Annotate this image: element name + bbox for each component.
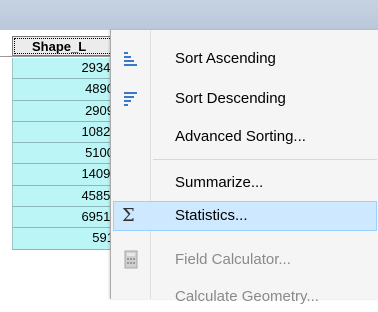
menu-item-summarize[interactable]: Summarize... [113,168,377,198]
sigma-icon: Σ [122,205,135,226]
menu-item-sort-ascending[interactable]: Sort Ascending [113,44,377,74]
menu-item-advanced-sorting[interactable]: Advanced Sorting... [113,122,377,152]
menu-item-statistics[interactable]: Σ Statistics... [113,201,377,231]
column-header-shape-length[interactable]: Shape_L [12,36,124,56]
menu-item-sort-descending[interactable]: Sort Descending [113,84,377,114]
table-window-titlebar [0,0,378,30]
menu-item-label: Sort Descending [175,90,286,107]
menu-item-calculate-geometry[interactable]: Calculate Geometry... [113,282,377,312]
menu-separator [153,159,377,160]
menu-item-label: Advanced Sorting... [175,128,306,145]
menu-item-label: Field Calculator... [175,251,291,268]
calculator-icon [119,250,141,270]
sort-ascending-icon [119,49,141,69]
menu-item-label: Summarize... [175,174,264,191]
column-context-menu: Sort Ascending Sort Descending Advanced … [110,30,378,305]
sort-descending-icon [119,89,141,109]
menu-item-label: Statistics... [175,207,248,224]
menu-item-label: Calculate Geometry... [175,288,319,305]
menu-item-label: Sort Ascending [175,50,276,67]
menu-item-field-calculator[interactable]: Field Calculator... [113,245,377,275]
